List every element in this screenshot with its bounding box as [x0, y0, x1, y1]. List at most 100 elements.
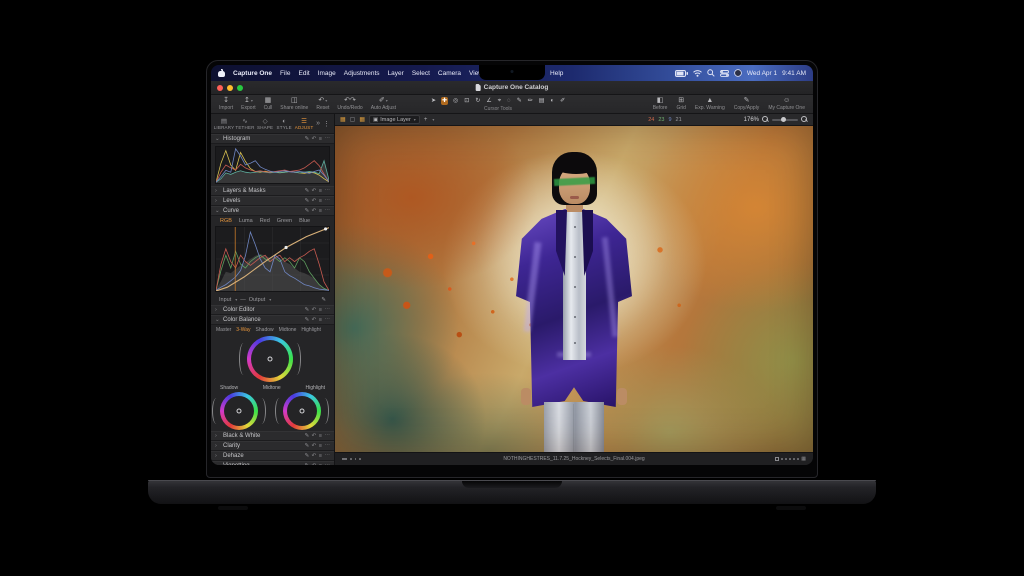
presets-icon[interactable]: ≡: [319, 433, 322, 439]
panel-header-dehaze[interactable]: ›Dehaze✎↶≡⋯: [211, 451, 334, 461]
lightness-arc[interactable]: [257, 398, 266, 425]
zoom-out-icon[interactable]: [762, 116, 769, 123]
toolbar-button-copy-apply[interactable]: ✎Copy/Apply: [734, 97, 760, 111]
zoom-tool[interactable]: ◎: [452, 97, 459, 105]
pencil-icon[interactable]: ✎: [305, 307, 310, 313]
tab-shape[interactable]: ◇SHAPE: [257, 118, 273, 130]
tab-tether[interactable]: ∿TETHER: [236, 118, 254, 130]
pan-tool[interactable]: ✚: [441, 97, 448, 105]
collapse-icon[interactable]: ⌄: [215, 136, 220, 142]
reset-icon[interactable]: ↶: [312, 433, 317, 439]
tab-style[interactable]: ◐STYLE: [276, 118, 292, 130]
single-view-icon[interactable]: ▢: [350, 116, 356, 124]
expand-icon[interactable]: ›: [215, 453, 220, 459]
kebab-menu-icon[interactable]: ⋮: [323, 120, 330, 128]
midtone-wheel[interactable]: [247, 336, 293, 382]
menu-image[interactable]: Image: [318, 70, 336, 77]
pencil-icon[interactable]: ✎: [305, 317, 310, 323]
panel-header-vignetting[interactable]: ›Vignetting✎↶≡⋯: [211, 461, 334, 465]
expand-icon[interactable]: ›: [215, 198, 220, 204]
browser-nav-dots[interactable]: [342, 458, 361, 460]
overlay-tool[interactable]: ⌖: [497, 97, 502, 105]
pencil-icon[interactable]: ✎: [305, 198, 310, 204]
chevrons-right-icon[interactable]: »: [316, 120, 320, 128]
expand-icon[interactable]: ›: [215, 307, 220, 313]
more-icon[interactable]: ⋯: [325, 453, 331, 459]
spot-removal-tool[interactable]: ◌: [506, 97, 512, 105]
apple-menu-icon[interactable]: [218, 69, 225, 77]
lightness-arc[interactable]: [320, 398, 329, 425]
panel-header-levels[interactable]: ›Levels✎↶≡⋯: [211, 196, 334, 206]
more-icon[interactable]: ⋯: [325, 463, 331, 465]
reset-icon[interactable]: ↶: [312, 453, 317, 459]
expand-icon[interactable]: ›: [215, 188, 220, 194]
rotate-tool[interactable]: ↻: [474, 97, 481, 105]
more-icon[interactable]: ⋯: [325, 307, 331, 313]
curve-output-dropdown[interactable]: Output: [249, 297, 266, 303]
menu-edit[interactable]: Edit: [299, 70, 310, 77]
menu-select[interactable]: Select: [412, 70, 430, 77]
checkbox-icon[interactable]: [775, 457, 779, 461]
radial-mask-tool[interactable]: ◐: [549, 97, 555, 105]
more-icon[interactable]: ⋯: [325, 188, 331, 194]
color-wheel-puck[interactable]: [300, 409, 305, 414]
zoom-level[interactable]: 176%: [744, 117, 759, 123]
panel-header-black-white[interactable]: ›Black & White✎↶≡⋯: [211, 431, 334, 441]
zoom-slider-knob[interactable]: [781, 117, 786, 122]
toolbar-button-exp-warning[interactable]: ▲Exp. Warning: [695, 97, 725, 111]
panel-header-curve[interactable]: ⌄Curve✎↶≡⋯: [211, 206, 334, 216]
reset-icon[interactable]: ↶: [312, 307, 317, 313]
saturation-arc[interactable]: [275, 398, 284, 425]
crop-tool[interactable]: ⊡: [463, 97, 470, 105]
pencil-icon[interactable]: ✎: [305, 433, 310, 439]
more-icon[interactable]: ⋯: [325, 433, 331, 439]
panel-header-clarity[interactable]: ›Clarity✎↶≡⋯: [211, 441, 334, 451]
close-button[interactable]: [217, 85, 223, 91]
shadow-wheel[interactable]: [220, 392, 258, 430]
panel-header-layers-masks[interactable]: ›Layers & Masks✎↶≡⋯: [211, 186, 334, 196]
presets-icon[interactable]: ≡: [319, 443, 322, 449]
draw-mask-tool[interactable]: ✎: [516, 97, 523, 105]
expand-icon[interactable]: ›: [215, 443, 220, 449]
reset-icon[interactable]: ↶: [312, 443, 317, 449]
presets-icon[interactable]: ≡: [319, 208, 322, 214]
siri-icon[interactable]: [734, 69, 742, 77]
more-icon[interactable]: ⋯: [325, 208, 331, 214]
color-balance-tab-midtone[interactable]: Midtone: [279, 327, 297, 333]
toolbar-button-share-online[interactable]: ◫Share online: [280, 97, 308, 111]
select-tool[interactable]: ➤: [430, 97, 437, 105]
presets-icon[interactable]: ≡: [319, 136, 322, 142]
curve-tab-rgb[interactable]: RGB: [220, 218, 232, 224]
presets-icon[interactable]: ≡: [319, 463, 322, 465]
saturation-arc[interactable]: [212, 398, 221, 425]
pencil-icon[interactable]: ✎: [305, 136, 310, 142]
presets-icon[interactable]: ≡: [319, 453, 322, 459]
toolbar-button-auto-adjust[interactable]: ✐▾Auto Adjust: [371, 97, 396, 111]
tab-adjust[interactable]: ☰ADJUST: [295, 118, 313, 130]
zoom-button[interactable]: [237, 85, 243, 91]
toolbar-button-export[interactable]: ↥▾Export: [241, 97, 255, 111]
pencil-icon[interactable]: ✎: [305, 443, 310, 449]
grid-icon[interactable]: ▦: [801, 456, 806, 462]
more-icon[interactable]: ⋯: [325, 136, 331, 142]
collapse-icon[interactable]: ⌄: [215, 208, 220, 214]
straighten-tool[interactable]: ∠: [485, 97, 492, 105]
menu-adjustments[interactable]: Adjustments: [344, 70, 380, 77]
color-balance-tab-highlight[interactable]: Highlight: [301, 327, 320, 333]
menu-bar-date[interactable]: Wed Apr 1: [747, 70, 777, 77]
curve-tab-green[interactable]: Green: [277, 218, 292, 224]
multi-view-icon[interactable]: ▦: [340, 116, 346, 124]
toolbar-button-grid[interactable]: ⊞Grid: [676, 97, 685, 111]
tab-library[interactable]: ▤LIBRARY: [215, 118, 233, 130]
curve-tab-luma[interactable]: Luma: [239, 218, 253, 224]
zoom-in-icon[interactable]: [801, 116, 808, 123]
toolbar-button-undo-redo[interactable]: ↶↷Undo/Redo: [337, 97, 362, 111]
reset-icon[interactable]: ↶: [312, 188, 317, 194]
linear-mask-tool[interactable]: ▤: [538, 97, 546, 105]
reset-icon[interactable]: ↶: [312, 208, 317, 214]
layer-selector[interactable]: ▣ Image Layer ▾: [369, 115, 420, 124]
erase-mask-tool[interactable]: ✏: [527, 97, 534, 105]
saturation-arc[interactable]: [239, 343, 248, 375]
battery-icon[interactable]: [675, 70, 688, 77]
panel-header-color-editor[interactable]: ›Color Editor✎↶≡⋯: [211, 305, 334, 315]
